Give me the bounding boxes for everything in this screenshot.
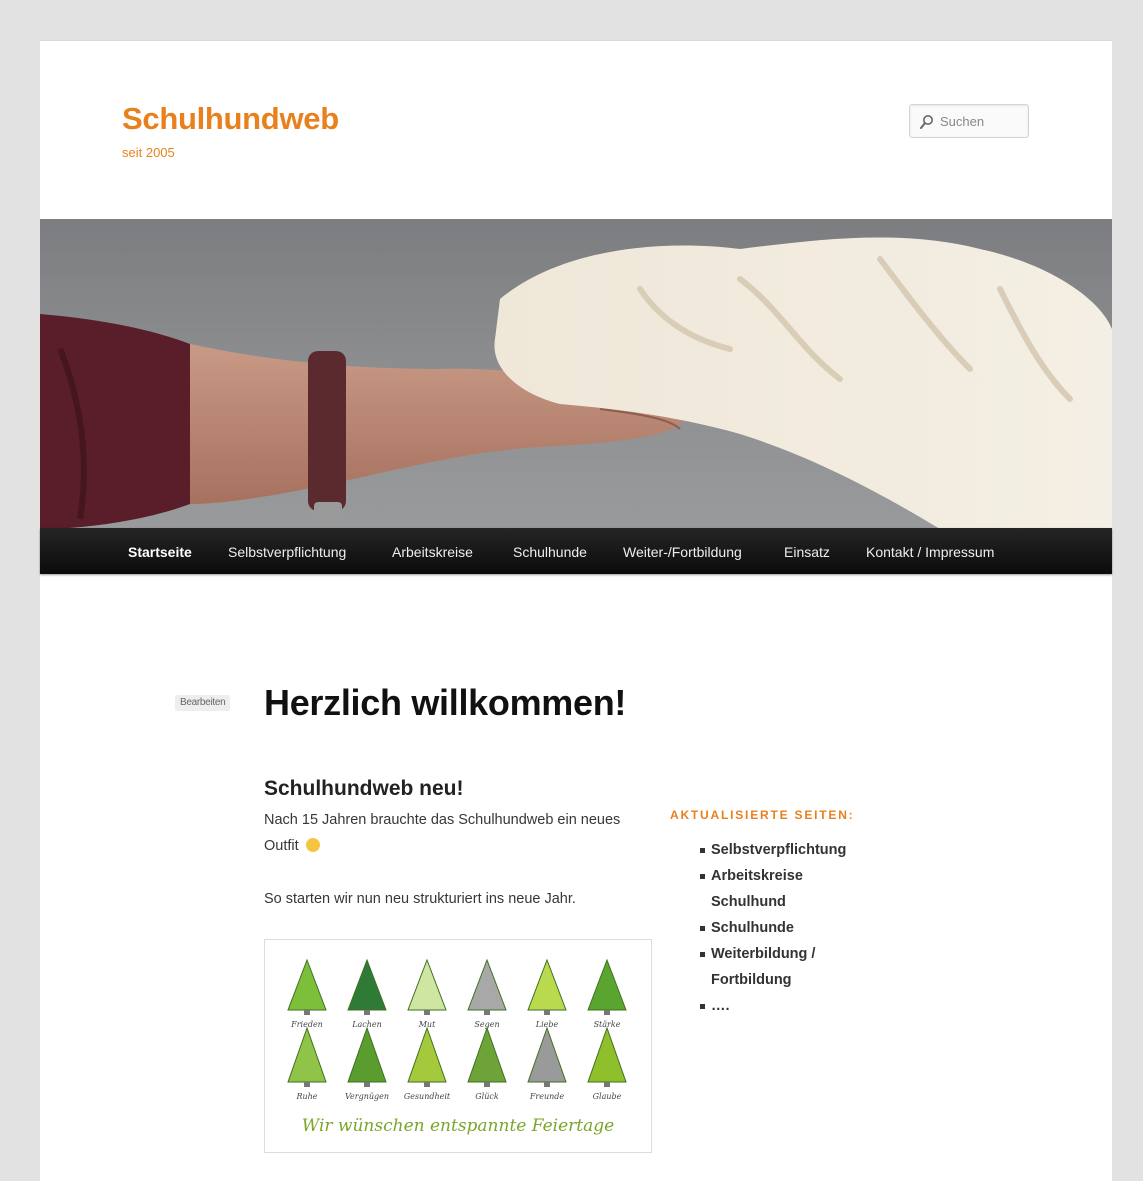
edit-button[interactable]: Bearbeiten [175, 695, 231, 711]
tree-trunk [604, 1082, 610, 1087]
tree-label: Glück [475, 1092, 499, 1101]
tree-label: Gesundheit [404, 1092, 451, 1101]
page-title: Herzlich willkommen! [264, 682, 627, 723]
christmas-tree-icon [407, 1026, 447, 1083]
search-icon [920, 115, 933, 129]
intro-paragraph: Nach 15 Jahren brauchte das Schulhundweb… [264, 807, 654, 859]
christmas-tree-icon [407, 958, 447, 1011]
christmas-greeting: Wir wünschen entspannte Feiertage [301, 1116, 615, 1136]
tree-trunk [604, 1010, 610, 1015]
tree-label: Glaube [593, 1092, 622, 1101]
tree-label: Vergnügen [345, 1092, 389, 1101]
christmas-tree-icon [587, 1026, 627, 1083]
tree-trunk [484, 1082, 490, 1087]
christmas-card-image[interactable]: Frieden Lachen Mut Segen Liebe Stärke Ruhe Verg… [264, 939, 652, 1153]
nav-item-schulhunde[interactable]: Schulhunde [513, 544, 587, 560]
header-image-hand-and-dog-paw[interactable] [40, 219, 1112, 529]
christmas-tree-icon [527, 1026, 567, 1083]
nav-item-weiter-fortbildung[interactable]: Weiter-/Fortbildung [623, 544, 742, 560]
main-navigation: Startseite Selbstverpflichtung Arbeitskr… [40, 528, 1112, 574]
tree-label: Lachen [351, 1020, 382, 1029]
tree-trunk [424, 1082, 430, 1087]
tree-trunk [304, 1082, 310, 1087]
tree-trunk [484, 1010, 490, 1015]
tree-trunk [544, 1082, 550, 1087]
site-description: seit 2005 [122, 145, 175, 160]
search-input[interactable] [940, 112, 1024, 130]
sidebar-link-schulhunde[interactable]: Schulhunde [700, 915, 870, 941]
tree-trunk [424, 1010, 430, 1015]
sidebar-widget-title: Aktualisierte Seiten: [670, 808, 855, 822]
tree-label: Ruhe [295, 1092, 317, 1101]
christmas-tree-icon [587, 958, 627, 1011]
tree-trunk [364, 1010, 370, 1015]
tree-label: Freunde [529, 1092, 565, 1101]
sidebar-link-more[interactable]: …. [700, 993, 870, 1019]
nav-item-einsatz[interactable]: Einsatz [784, 544, 830, 560]
tree-trunk [364, 1082, 370, 1087]
sidebar-updated-pages-list: Selbstverpflichtung Arbeitskreise Schulh… [700, 837, 870, 1019]
christmas-tree-icon [467, 958, 507, 1011]
search-form[interactable] [909, 104, 1029, 138]
post-title: Schulhundweb neu! [264, 777, 464, 800]
nav-item-arbeitskreise[interactable]: Arbeitskreise [392, 544, 473, 560]
sidebar-link-weiterbildung-fortbildung[interactable]: Weiterbildung / Fortbildung [700, 941, 870, 993]
tree-label: Frieden [290, 1020, 323, 1029]
nav-item-startseite[interactable]: Startseite [128, 544, 192, 560]
sidebar-link-selbstverpflichtung[interactable]: Selbstverpflichtung [700, 837, 870, 863]
site-title-link[interactable]: Schulhundweb [122, 103, 339, 134]
wink-emoji-icon [305, 838, 320, 852]
tree-trunk [304, 1010, 310, 1015]
tree-trunk [544, 1010, 550, 1015]
sidebar-link-arbeitskreise-schulhund[interactable]: Arbeitskreise Schulhund [700, 863, 870, 915]
christmas-tree-icon [527, 958, 567, 1011]
christmas-tree-icon [347, 958, 387, 1011]
christmas-tree-icon [287, 958, 327, 1011]
christmas-tree-icon [347, 1026, 387, 1083]
second-paragraph: So starten wir nun neu strukturiert ins … [264, 891, 576, 907]
christmas-tree-icon [287, 1026, 327, 1083]
christmas-tree-icon [467, 1026, 507, 1083]
page-container: Schulhundweb seit 2005 Suchen Startseite… [40, 40, 1112, 1181]
nav-item-kontakt-impressum[interactable]: Kontakt / Impressum [866, 544, 994, 560]
nav-item-selbstverpflichtung[interactable]: Selbstverpflichtung [228, 544, 346, 560]
